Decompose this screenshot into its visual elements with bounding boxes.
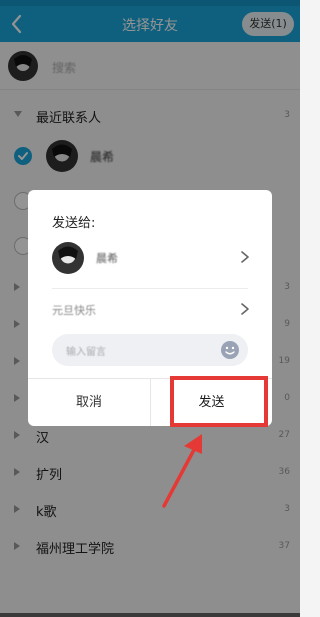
emoji-icon[interactable]	[220, 340, 240, 360]
divider	[52, 288, 248, 289]
bottom-bar	[0, 613, 300, 617]
chevron-right-icon[interactable]	[240, 250, 250, 264]
highlight-box	[170, 376, 268, 427]
message-input-placeholder: 输入留言	[66, 347, 106, 358]
avatar	[52, 242, 84, 274]
chevron-right-icon[interactable]	[240, 302, 250, 316]
message-preview: 元旦快乐	[52, 304, 96, 317]
recipient-name: 晨希	[96, 252, 118, 265]
message-input[interactable]: 输入留言	[52, 334, 248, 366]
arrow-up-icon	[162, 434, 202, 508]
dialog-heading: 发送给:	[52, 216, 96, 231]
cancel-button[interactable]: 取消	[28, 379, 150, 426]
